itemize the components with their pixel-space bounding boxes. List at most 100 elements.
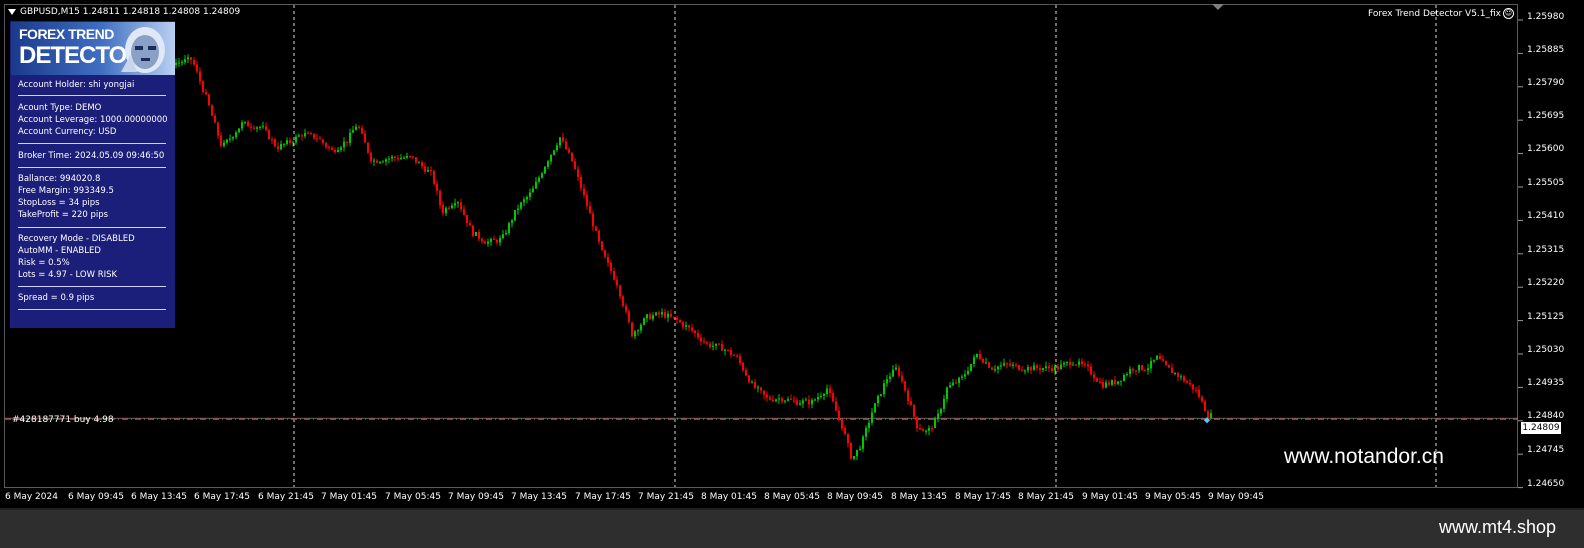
candle-body — [790, 398, 792, 400]
candle-body — [214, 115, 216, 123]
candle-body — [901, 375, 903, 382]
candle-body — [703, 341, 705, 343]
candle-body — [808, 399, 810, 405]
candle-body — [376, 160, 378, 163]
candle-body — [1009, 363, 1011, 366]
candle-body — [1036, 365, 1038, 369]
candle-body — [976, 353, 978, 358]
candle-body — [580, 177, 582, 189]
candle-body — [844, 428, 846, 435]
candle-body — [238, 128, 240, 133]
candle-body — [880, 394, 882, 396]
candle-body — [196, 64, 198, 72]
candle-body — [928, 427, 930, 431]
panel-divider — [18, 95, 166, 96]
candle-body — [1177, 372, 1179, 377]
candle-body — [754, 382, 756, 388]
candle-body — [448, 207, 450, 209]
candle-body — [838, 410, 840, 419]
candle-body — [1144, 369, 1146, 371]
time-tick: 8 May 13:45 — [891, 492, 947, 502]
candle-body — [1087, 364, 1089, 367]
candle-body — [388, 158, 390, 160]
candle-body — [1150, 360, 1152, 369]
candle-body — [1063, 362, 1065, 365]
candle-body — [439, 190, 441, 206]
free-margin: Free Margin: 993349.5 — [18, 186, 114, 196]
candle-body — [1180, 376, 1182, 378]
candle-body — [622, 296, 624, 306]
candle-body — [283, 143, 285, 145]
time-tick: 7 May 17:45 — [575, 492, 631, 502]
candle-body — [550, 154, 552, 162]
candle-body — [670, 313, 672, 317]
symbol-header[interactable]: GBPUSD,M15 1.24811 1.24818 1.24808 1.248… — [8, 7, 240, 17]
candle-body — [208, 94, 210, 106]
broker-time: Broker Time: 2024.05.09 09:46:50 — [18, 151, 165, 161]
candle-body — [1027, 367, 1029, 371]
candle-body — [661, 312, 663, 315]
candle-body — [982, 359, 984, 363]
candle-body — [568, 149, 570, 153]
current-price-tag: 1.24809 — [1521, 422, 1561, 434]
candle-body — [481, 238, 483, 242]
candle-body — [964, 374, 966, 377]
candle-body — [454, 203, 456, 206]
candle-body — [217, 122, 219, 136]
price-tick: 1.25980 — [1527, 12, 1565, 22]
candle-body — [646, 314, 648, 319]
candle-body — [1132, 368, 1134, 371]
candle-body — [637, 330, 639, 332]
expert-advisor-name[interactable]: Forex Trend Detector V5.1_fix ☺ — [1368, 8, 1514, 19]
time-tick: 6 May 13:45 — [131, 492, 187, 502]
candle-body — [1105, 382, 1107, 388]
candle-body — [517, 208, 519, 210]
candle-body — [781, 398, 783, 402]
panel-divider — [18, 167, 166, 168]
candle-body — [478, 232, 480, 239]
chart-shift-marker-icon[interactable] — [1212, 4, 1224, 10]
candle-body — [1078, 361, 1080, 365]
candle-body — [493, 238, 495, 240]
ea-logo: FOREX TREND DETECTOR — [11, 22, 175, 75]
candle-body — [265, 126, 267, 130]
price-tick: 1.25125 — [1527, 312, 1565, 322]
order-label[interactable]: #428187771 buy 4.98 — [12, 415, 114, 425]
candle-body — [355, 126, 357, 131]
candle-body — [961, 376, 963, 378]
candle-body — [793, 399, 795, 401]
candle-body — [778, 398, 780, 400]
candle-body — [826, 388, 828, 395]
candle-body — [286, 140, 288, 144]
candle-body — [991, 367, 993, 370]
spread: Spread = 0.9 pips — [18, 293, 95, 303]
candle-body — [505, 232, 507, 235]
candle-body — [415, 157, 417, 163]
candle-body — [649, 314, 651, 320]
candle-body — [769, 397, 771, 400]
candle-body — [583, 188, 585, 195]
candle-body — [784, 400, 786, 402]
candle-body — [379, 161, 381, 163]
candle-body — [586, 194, 588, 206]
terminal-chart-window: GBPUSD,M15 1.24811 1.24818 1.24808 1.248… — [0, 0, 1584, 548]
candle-body — [1051, 368, 1053, 371]
candle-body — [934, 418, 936, 429]
time-tick: 8 May 09:45 — [827, 492, 883, 502]
panel-divider — [18, 143, 166, 144]
candle-body — [1114, 380, 1116, 385]
candle-body — [562, 137, 564, 142]
candle-body — [1039, 368, 1041, 370]
candle-body — [259, 126, 261, 128]
candle-body — [871, 412, 873, 423]
candle-body — [220, 135, 222, 147]
candle-body — [331, 147, 333, 150]
dropdown-icon[interactable] — [8, 8, 16, 15]
candle-body — [940, 408, 942, 414]
candle-body — [817, 396, 819, 400]
candle-body — [463, 209, 465, 215]
candle-body — [304, 133, 306, 137]
candle-body — [853, 456, 855, 459]
candle-body — [427, 170, 429, 172]
candle-body — [799, 403, 801, 405]
